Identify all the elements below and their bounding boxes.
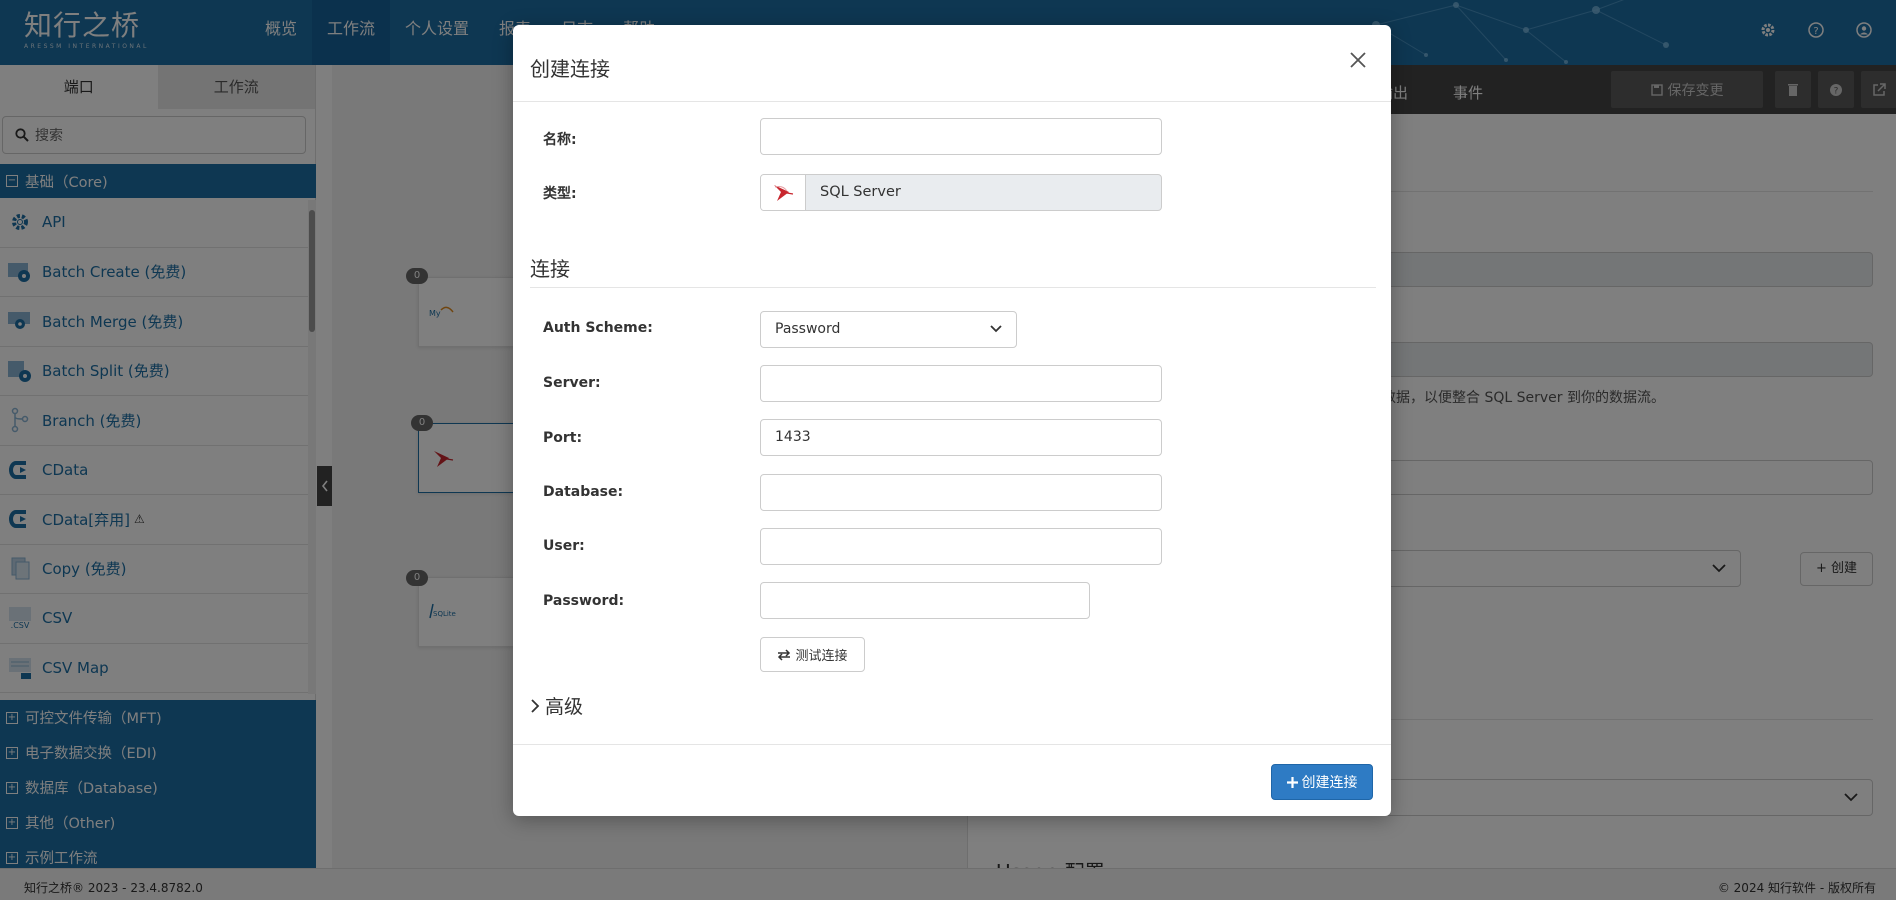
port-input[interactable]: 1433: [760, 419, 1162, 456]
server-input[interactable]: [760, 365, 1162, 402]
create-connection-label: 创建连接: [1301, 775, 1358, 791]
modal-title: 创建连接: [530, 57, 610, 81]
advanced-toggle[interactable]: 高级: [530, 692, 583, 719]
auth-scheme-value: Password: [775, 321, 841, 337]
chevron-down-icon: [990, 325, 1002, 333]
modal-footer: 创建连接: [513, 744, 1391, 816]
create-connection-dialog: 创建连接 名称: 类型: SQL Server 连接 Auth Scheme: …: [513, 25, 1391, 816]
password-input[interactable]: [760, 582, 1090, 619]
server-label: Server:: [543, 375, 601, 391]
user-label: User:: [543, 538, 585, 554]
user-input[interactable]: [760, 528, 1162, 565]
name-input[interactable]: [760, 118, 1162, 155]
auth-scheme-select[interactable]: Password: [760, 311, 1017, 348]
close-icon: [1350, 52, 1366, 68]
close-button[interactable]: [1349, 51, 1369, 71]
exchange-icon: [778, 648, 791, 661]
test-connection-button[interactable]: 测试连接: [760, 637, 865, 672]
plus-icon: [1286, 776, 1298, 788]
connection-section-title: 连接: [530, 257, 570, 281]
type-field: SQL Server: [760, 174, 1162, 211]
section-divider: [530, 287, 1376, 288]
port-label: Port:: [543, 430, 583, 446]
test-connection-label: 测试连接: [795, 649, 848, 664]
advanced-label: 高级: [545, 696, 584, 718]
type-label: 类型:: [543, 186, 577, 202]
database-label: Database:: [543, 484, 624, 500]
create-connection-button[interactable]: 创建连接: [1271, 764, 1373, 800]
database-input[interactable]: [760, 474, 1162, 511]
sqlserver-logo-icon: [761, 175, 806, 210]
modal-header: 创建连接: [513, 25, 1391, 102]
auth-scheme-label: Auth Scheme:: [543, 320, 653, 336]
chevron-right-icon: [531, 698, 540, 713]
password-label: Password:: [543, 593, 625, 609]
type-value: SQL Server: [820, 184, 901, 200]
name-label: 名称:: [543, 132, 577, 148]
